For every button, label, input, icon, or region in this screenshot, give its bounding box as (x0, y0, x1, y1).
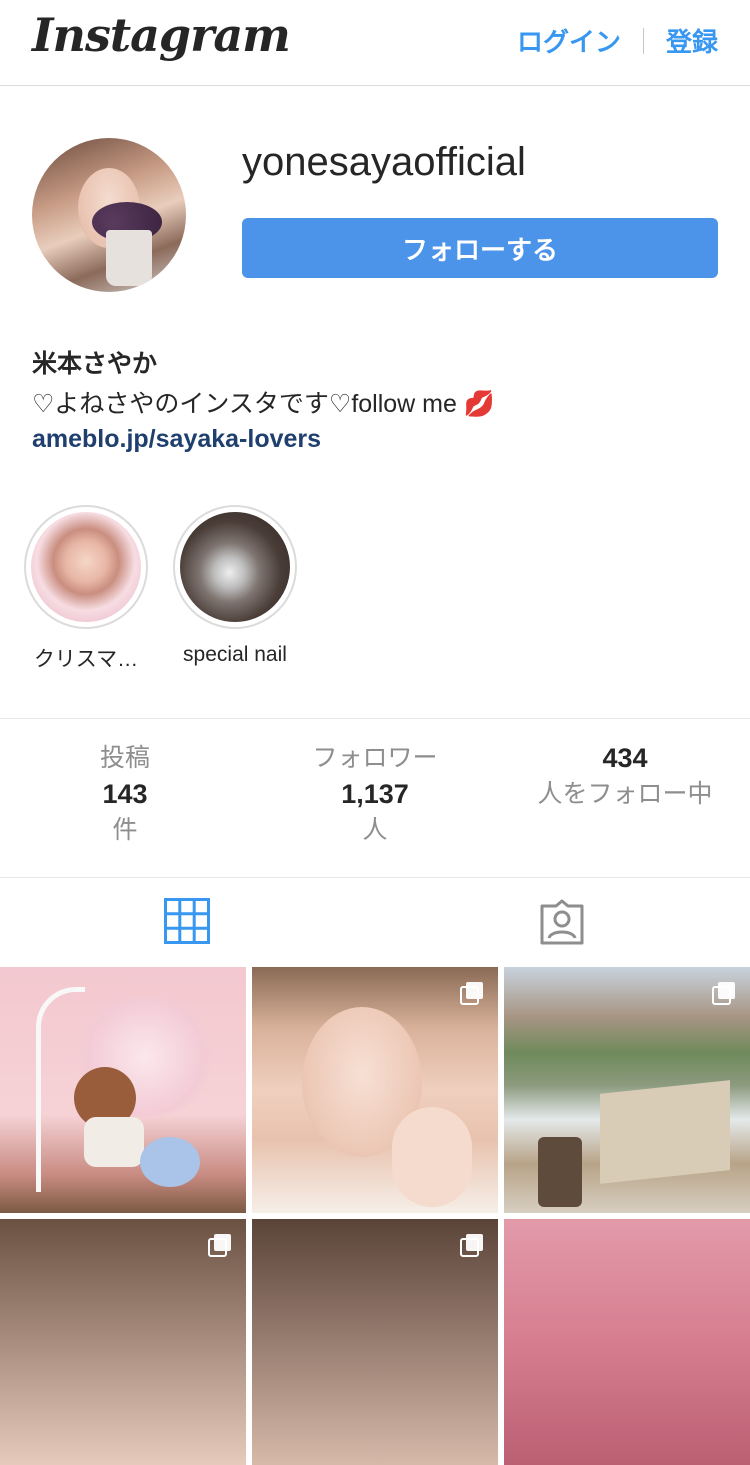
profile-bio: ♡よねさやのインスタです♡follow me 💋 (32, 390, 495, 418)
followers-count[interactable]: フォロワー 1,137 人 (250, 740, 500, 848)
instagram-logo[interactable]: Instagram (32, 8, 291, 62)
followers-unit: 人 (362, 816, 388, 844)
divider (0, 718, 750, 719)
profile-full-name: 米本さやか (32, 350, 158, 378)
multiple-photos-icon (208, 1234, 231, 1257)
following-value: 434 (602, 743, 648, 773)
multiple-photos-icon (460, 982, 483, 1005)
posts-value: 143 (102, 779, 148, 809)
highlight-ring (24, 505, 148, 629)
highlight-label: クリスマ… (33, 648, 139, 671)
following-label: 人をフォロー中 (537, 780, 713, 808)
header-divider (642, 27, 644, 54)
posts-label: 投稿 (99, 744, 150, 772)
highlight-cover (31, 512, 141, 622)
profile-stats: 投稿 143 件 フォロワー 1,137 人 434 人をフォロー中 (0, 740, 750, 848)
post-thumbnail[interactable] (252, 967, 498, 1213)
post-thumbnail[interactable] (504, 1219, 750, 1465)
highlight-ring (173, 505, 297, 629)
followers-label: フォロワー (312, 744, 438, 772)
post-thumbnail[interactable] (504, 967, 750, 1213)
highlight-label: special nail (183, 643, 287, 666)
profile-tabs (0, 878, 750, 966)
register-link[interactable]: 登録 (666, 22, 718, 59)
grid-icon[interactable] (164, 898, 210, 944)
posts-count: 投稿 143 件 (0, 740, 250, 848)
posts-unit: 件 (112, 816, 138, 844)
top-header: Instagram ログイン 登録 (0, 0, 750, 86)
following-count[interactable]: 434 人をフォロー中 (500, 740, 750, 848)
profile-website-link[interactable]: ameblo.jp/sayaka-lovers (32, 425, 321, 454)
login-link[interactable]: ログイン (517, 22, 621, 59)
tagged-icon[interactable] (538, 898, 586, 946)
header-actions: ログイン 登録 (517, 22, 718, 59)
post-thumbnail[interactable] (252, 1219, 498, 1465)
multiple-photos-icon (712, 982, 735, 1005)
multiple-photos-icon (460, 1234, 483, 1257)
post-grid (0, 967, 750, 1465)
story-highlight[interactable]: special nail (173, 505, 297, 667)
followers-value: 1,137 (341, 779, 409, 809)
story-highlight[interactable]: クリスマ… (24, 505, 148, 673)
post-thumbnail[interactable] (0, 967, 246, 1213)
profile-avatar[interactable] (32, 138, 186, 292)
follow-button[interactable]: フォローする (242, 218, 718, 278)
profile-username: yonesayaofficial (242, 140, 526, 184)
post-thumbnail[interactable] (0, 1219, 246, 1465)
highlight-cover (180, 512, 290, 622)
